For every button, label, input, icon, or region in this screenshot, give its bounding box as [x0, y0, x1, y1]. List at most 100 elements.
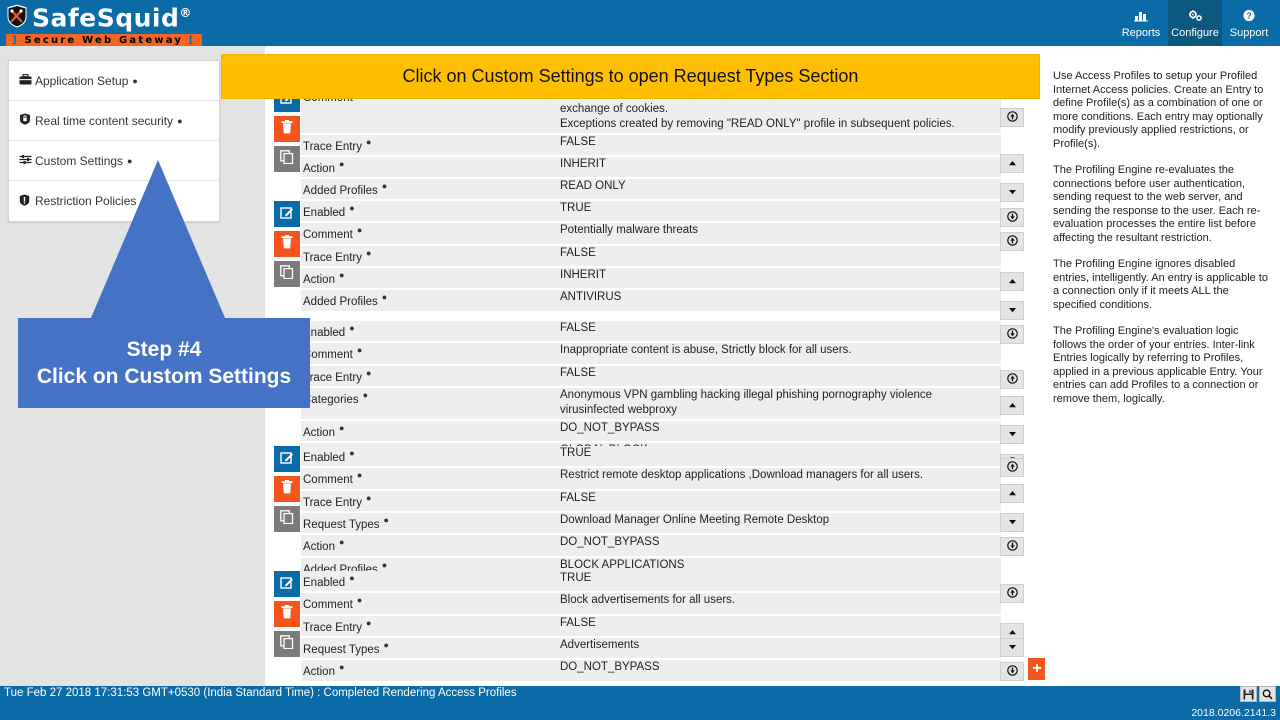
scroll-circle-arrow-up-button[interactable]: [1000, 232, 1024, 251]
help-icon[interactable]: ●: [349, 321, 354, 337]
access-profiles-list[interactable]: Comment●Discourage all users from log in…: [265, 46, 1045, 686]
add-entry-button[interactable]: +: [1028, 658, 1046, 680]
copy-record-button[interactable]: [274, 506, 300, 532]
topnav-item-reports[interactable]: Reports: [1114, 0, 1168, 46]
help-icon[interactable]: ●: [363, 388, 368, 404]
scroll-circle-arrow-down-button[interactable]: [1000, 208, 1024, 227]
topnav-item-configure[interactable]: Configure: [1168, 0, 1222, 46]
scroll-circle-arrow-up-button[interactable]: [1000, 108, 1024, 127]
edit-record-button[interactable]: [274, 571, 300, 597]
help-icon[interactable]: ●: [366, 135, 371, 151]
delete-record-button[interactable]: [274, 116, 300, 142]
help-icon[interactable]: ●: [384, 638, 389, 654]
field-label: Trace Entry ●: [303, 491, 372, 509]
scroll-triangle-down-button[interactable]: [1000, 638, 1024, 657]
field-value: Advertisements: [560, 638, 640, 651]
help-icon[interactable]: ●: [357, 223, 362, 239]
scroll-triangle-down-button[interactable]: [1000, 425, 1024, 444]
help-icon[interactable]: ●: [339, 535, 344, 551]
help-icon[interactable]: ●: [366, 246, 371, 262]
record-field-row[interactable]: Comment ● Inappropriate content is abuse, …: [301, 343, 1001, 366]
scroll-triangle-up-button[interactable]: [1000, 484, 1024, 503]
scroll-triangle-down-button[interactable]: [1000, 183, 1024, 202]
help-icon[interactable]: ●: [384, 513, 389, 529]
delete-record-button[interactable]: [274, 476, 300, 502]
record-field-row[interactable]: Trace Entry ● FALSE: [301, 615, 1001, 638]
record-field-row[interactable]: Added Profiles ● READ ONLY: [301, 179, 1001, 202]
help-icon[interactable]: ●: [382, 179, 387, 195]
field-label: Request Types ●: [303, 638, 389, 656]
help-icon[interactable]: ●: [366, 616, 371, 632]
triangle-down-icon: [1007, 306, 1018, 316]
record-field-row[interactable]: Comment ● Potentially malware threats: [301, 223, 1001, 246]
copy-record-button[interactable]: [274, 146, 300, 172]
scroll-circle-arrow-up-button[interactable]: [1000, 458, 1024, 477]
search-button[interactable]: [1259, 686, 1276, 702]
record-field-row[interactable]: Request Types ● Download Manager Online Me…: [301, 512, 1001, 536]
record-field-row[interactable]: Action ● DO_NOT_BYPASS: [301, 660, 1001, 683]
record-field-row[interactable]: Action ● INHERIT: [301, 267, 1001, 291]
topnav-item-support[interactable]: ? Support: [1222, 0, 1276, 46]
record-field-row[interactable]: Request Types ● Advertisements: [301, 637, 1001, 661]
edit-record-button[interactable]: [274, 446, 300, 472]
help-icon[interactable]: ●: [357, 468, 362, 484]
help-icon[interactable]: ●: [349, 201, 354, 217]
record-field-row[interactable]: Trace Entry ● FALSE: [301, 490, 1001, 513]
record-action-buttons: [274, 86, 300, 176]
record-field-row[interactable]: Comment ● Block advertisements for all use…: [301, 593, 1001, 616]
scroll-circle-arrow-up-button[interactable]: [1000, 370, 1024, 389]
help-icon[interactable]: ●: [177, 116, 182, 126]
field-label: Trace Entry ●: [303, 135, 372, 153]
delete-record-button[interactable]: [274, 231, 300, 257]
scroll-triangle-down-button[interactable]: [1000, 513, 1024, 532]
copy-record-button[interactable]: [274, 261, 300, 287]
help-icon[interactable]: ●: [339, 421, 344, 437]
record-field-row[interactable]: Enabled ● TRUE: [301, 201, 1001, 224]
record-field-row[interactable]: Action ● DO_NOT_BYPASS: [301, 420, 1001, 444]
scroll-circle-arrow-up-button[interactable]: [1000, 584, 1024, 603]
help-icon[interactable]: ●: [366, 366, 371, 382]
record-field-row[interactable]: Enabled ● FALSE: [301, 321, 1001, 344]
help-icon[interactable]: ●: [349, 571, 354, 587]
circle-arrow-up-icon: [1006, 461, 1018, 474]
edit-record-button[interactable]: [274, 201, 300, 227]
help-icon[interactable]: ●: [132, 76, 137, 86]
edit-icon: [280, 450, 294, 469]
record-field-row[interactable]: Categories ● Anonymous VPN gambling hackin…: [301, 387, 1001, 421]
scroll-circle-arrow-down-button[interactable]: [1000, 662, 1024, 681]
record-field-row[interactable]: Trace Entry ● FALSE: [301, 245, 1001, 268]
record-field-row[interactable]: Added Profiles ● ANTIVIRUS: [301, 290, 1001, 313]
scroll-triangle-up-button[interactable]: [1000, 272, 1024, 291]
record-field-row[interactable]: Action ● INHERIT: [301, 156, 1001, 180]
scroll-triangle-down-button[interactable]: [1000, 301, 1024, 320]
copy-record-button[interactable]: [274, 631, 300, 657]
field-value: Anonymous VPN gambling hacking illegal p…: [560, 388, 933, 417]
record-field-row[interactable]: Trace Entry ● FALSE: [301, 365, 1001, 388]
help-icon[interactable]: ●: [382, 290, 387, 306]
record-field-row[interactable]: Action ● DO_NOT_BYPASS: [301, 535, 1001, 558]
save-button[interactable]: [1240, 686, 1257, 702]
record-field-row[interactable]: Comment ● Restrict remote desktop applicat…: [301, 468, 1001, 491]
sidebar-item-real-time-content-security[interactable]: Real time content security ●: [9, 101, 219, 141]
briefcase-icon: [19, 73, 35, 88]
scroll-triangle-up-button[interactable]: [1000, 396, 1024, 415]
scroll-circle-arrow-down-button[interactable]: [1000, 537, 1024, 556]
record-field-row[interactable]: Enabled ● TRUE: [301, 571, 1001, 594]
search-icon: [1262, 688, 1273, 699]
record-field-row[interactable]: Trace Entry ● FALSE: [301, 134, 1001, 157]
chart-bar-icon: [1133, 9, 1149, 25]
help-icon[interactable]: ●: [349, 446, 354, 462]
help-icon[interactable]: ●: [339, 268, 344, 284]
sidebar-item-application-setup[interactable]: Application Setup ●: [9, 61, 219, 101]
help-icon[interactable]: ●: [357, 593, 362, 609]
scroll-triangle-up-button[interactable]: [1000, 154, 1024, 173]
field-label: Comment●: [303, 343, 363, 362]
help-icon[interactable]: ●: [339, 660, 344, 676]
scroll-circle-arrow-down-button[interactable]: [1000, 325, 1024, 344]
brand-logo[interactable]: SafeSquid® ] Secure Web Gateway [: [6, 2, 202, 48]
help-icon[interactable]: ●: [339, 157, 344, 173]
record-field-row[interactable]: Enabled ● TRUE: [301, 446, 1001, 469]
help-icon[interactable]: ●: [357, 343, 362, 359]
delete-record-button[interactable]: [274, 601, 300, 627]
help-icon[interactable]: ●: [366, 491, 371, 507]
